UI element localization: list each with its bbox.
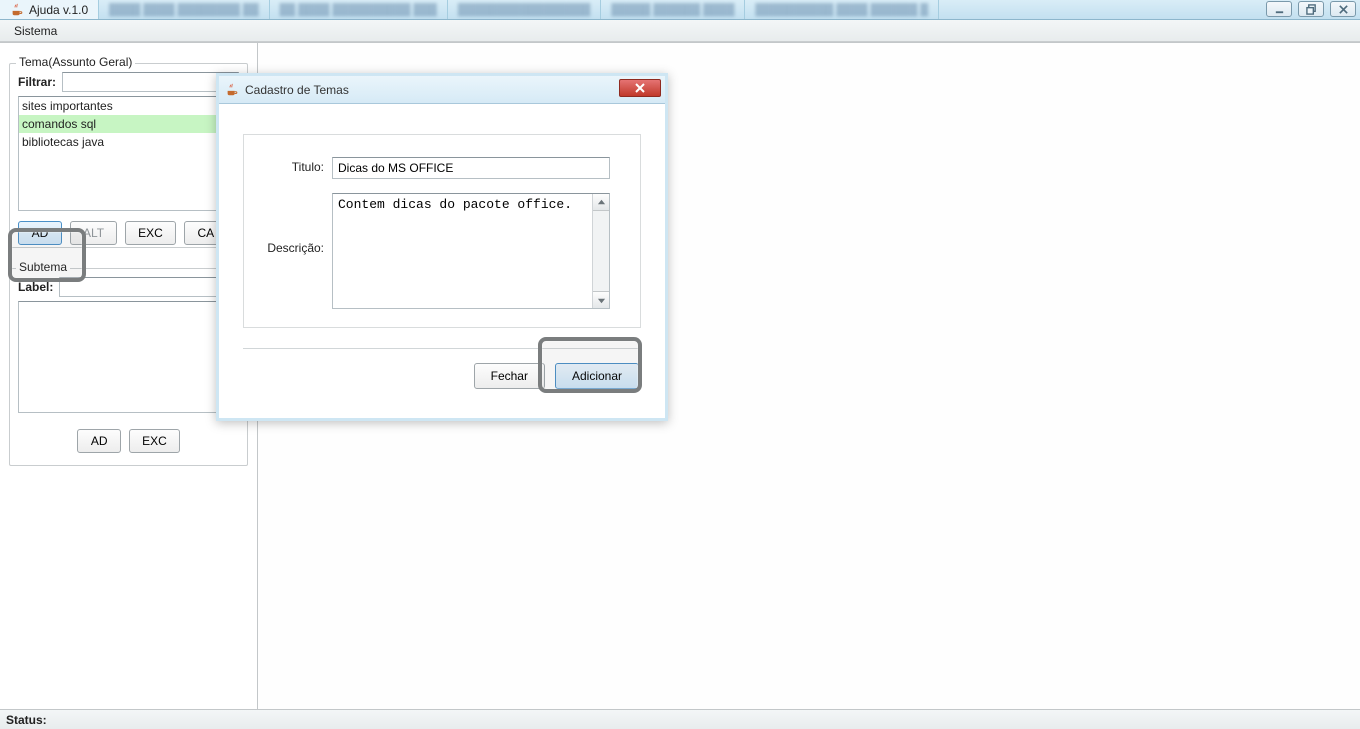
dialog-titlebar[interactable]: Cadastro de Temas xyxy=(219,76,665,104)
dialog-body: Titulo: Descrição: Fechar Adicionar xyxy=(219,104,665,401)
subtema-legend: Subtema xyxy=(16,260,70,274)
menu-sistema[interactable]: Sistema xyxy=(6,22,65,40)
tema-listbox[interactable]: sites importantes comandos sql bibliotec… xyxy=(18,96,239,211)
dialog-inner-panel: Titulo: Descrição: xyxy=(243,134,641,328)
tema-legend: Tema(Assunto Geral) xyxy=(16,55,135,69)
list-item[interactable]: comandos sql xyxy=(19,115,238,133)
subtema-fieldset: Subtema Label: AD EXC xyxy=(9,268,248,466)
descricao-wrapper xyxy=(332,193,610,309)
list-item[interactable]: bibliotecas java xyxy=(19,133,238,151)
filter-input[interactable] xyxy=(62,72,239,92)
tema-fieldset: Tema(Assunto Geral) Filtrar: sites impor… xyxy=(9,63,248,248)
workspace: Tema(Assunto Geral) Filtrar: sites impor… xyxy=(0,42,1360,709)
descricao-textarea[interactable] xyxy=(333,194,592,308)
dialog-title: Cadastro de Temas xyxy=(245,83,349,97)
menubar: Sistema xyxy=(0,20,1360,42)
dialog-separator xyxy=(243,348,641,349)
tema-alt-button[interactable]: ALT xyxy=(70,221,117,245)
taskbar-item-blurred-1[interactable]: ████ ████ ████████ ██ xyxy=(99,0,269,19)
dialog-button-row: Fechar Adicionar xyxy=(243,363,641,389)
tema-exc-button[interactable]: EXC xyxy=(125,221,176,245)
dialog-close-button[interactable] xyxy=(619,79,661,97)
window-controls xyxy=(1266,1,1356,17)
fechar-button[interactable]: Fechar xyxy=(474,363,545,389)
java-icon xyxy=(225,83,239,97)
cadastro-temas-dialog: Cadastro de Temas Titulo: Descrição: xyxy=(216,73,668,421)
taskbar-app-title: Ajuda v.1.0 xyxy=(29,3,88,17)
adicionar-button[interactable]: Adicionar xyxy=(555,363,639,389)
filter-label: Filtrar: xyxy=(18,75,56,89)
descricao-label: Descrição: xyxy=(262,193,324,255)
statusbar: Status: xyxy=(0,709,1360,729)
window-minimize-button[interactable] xyxy=(1266,1,1292,17)
taskbar-item-blurred-5[interactable]: ██████████ ████ ██████ █ xyxy=(745,0,939,19)
tema-ad-button[interactable]: AD xyxy=(18,221,62,245)
subtema-label-input[interactable] xyxy=(59,277,239,297)
taskbar-item-blurred-2[interactable]: ██ ████ ██████████ ███ xyxy=(270,0,448,19)
scroll-up-button[interactable] xyxy=(593,194,609,211)
titulo-label: Titulo: xyxy=(262,157,324,174)
titulo-input[interactable] xyxy=(332,157,610,179)
scroll-down-button[interactable] xyxy=(593,291,609,308)
list-item[interactable]: sites importantes xyxy=(19,97,238,115)
window-close-button[interactable] xyxy=(1330,1,1356,17)
subtema-listbox[interactable] xyxy=(18,301,239,413)
taskbar-item-blurred-3[interactable]: █████████████████ xyxy=(448,0,602,19)
os-taskbar: Ajuda v.1.0 ████ ████ ████████ ██ ██ ███… xyxy=(0,0,1360,20)
subtema-label-label: Label: xyxy=(18,280,53,294)
window-restore-button[interactable] xyxy=(1298,1,1324,17)
subtema-exc-button[interactable]: EXC xyxy=(129,429,180,453)
status-label: Status: xyxy=(6,713,47,727)
java-icon xyxy=(10,3,24,17)
textarea-scrollbar[interactable] xyxy=(592,194,609,308)
taskbar-item-blurred-4[interactable]: █████ ██████ ████ xyxy=(601,0,745,19)
subtema-ad-button[interactable]: AD xyxy=(77,429,121,453)
taskbar-app-item[interactable]: Ajuda v.1.0 xyxy=(0,0,99,19)
